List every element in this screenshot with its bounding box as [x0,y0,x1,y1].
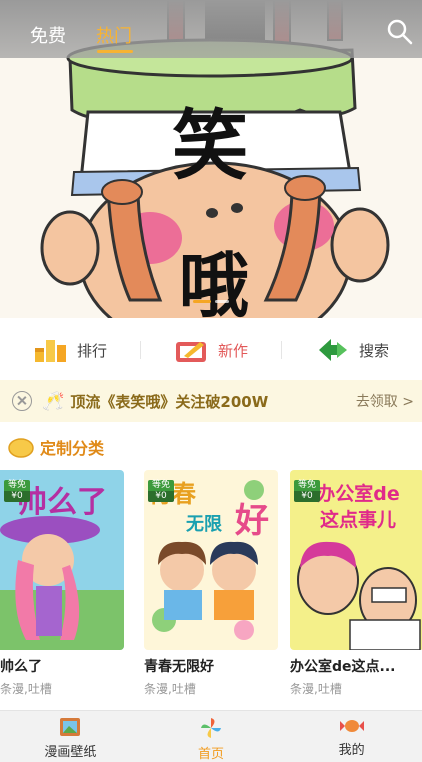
badge-line-2: ¥0 [4,491,30,502]
ranking-icon [34,340,66,362]
picture-icon [60,718,81,736]
notice-bar[interactable]: 🥂 顶流《表笑哦》关注破200W 去领取 > [0,380,422,422]
search-arrows-icon [318,339,347,361]
comic-cover: 青春 无限 好 等免 ¥0 [144,470,278,650]
notice-claim-link[interactable]: 去领取 > [356,391,414,411]
comic-tags: 条漫,吐槽 [0,682,52,696]
hero-char-laugh: 笑 [172,101,248,190]
quick-nav-search[interactable]: 搜索 [282,336,422,364]
tab-mine[interactable]: 我的 [281,711,422,762]
active-tab-indicator [97,50,133,53]
carousel-dot-active [193,300,211,303]
cheers-icon: 🥂 [42,390,65,412]
comic-title: 办公室de这点... [290,659,396,675]
search-icon[interactable] [386,18,414,46]
cover-title-1: 办公室de [316,482,400,505]
tab-home-label: 首页 [198,747,225,762]
hero-char-oh: 哦 [179,245,249,318]
quick-nav-ranking-label: 排行 [76,341,107,360]
candy-icon [339,720,364,732]
comic-cover: 帅么了 等免 ¥0 [0,470,124,650]
pinwheel-icon [201,718,221,738]
comic-card-list: 帅么了 等免 ¥0 帅么了 条漫,吐槽 青春 [0,470,422,710]
comic-title: 青春无限好 [144,659,214,675]
comic-card[interactable]: 帅么了 等免 ¥0 帅么了 条漫,吐槽 [0,470,124,697]
notice-text: 顶流《表笑哦》关注破200W [70,392,269,411]
badge-line-2: ¥0 [148,491,174,502]
quick-nav-new[interactable]: 新作 [141,336,281,364]
comic-tags: 条漫,吐槽 [144,682,196,696]
free-badge: 等免 ¥0 [148,480,174,502]
badge-line-1: 等免 [4,480,30,491]
quick-nav: 排行 新作 搜索 [0,326,422,374]
cover-title: 帅么了 [17,485,107,520]
cover-title-2: 无限 [186,514,223,535]
quick-nav-new-label: 新作 [217,341,248,360]
bottom-tab-bar: 漫画壁纸 首页 我的 [0,710,422,762]
quick-nav-search-label: 搜索 [358,341,389,360]
carousel-dot [215,300,229,303]
comic-card[interactable]: 青春 无限 好 等免 ¥0 青春无限好 条漫,吐槽 [144,470,278,697]
comic-card[interactable]: 办公室de 这点事儿 等免 ¥0 办公室de这点... 条漫,吐槽 [290,470,422,697]
cover-title-2: 这点事儿 [320,508,396,531]
tab-home[interactable]: 首页 [141,711,282,762]
quick-nav-ranking[interactable]: 排行 [0,336,140,364]
hero-banner[interactable]: 笑 哦 免费 热门 [0,0,422,318]
close-icon[interactable] [12,391,32,411]
free-badge: 等免 ¥0 [4,480,30,502]
badge-line-1: 等免 [294,480,320,491]
carousel-indicator [0,300,422,303]
new-work-icon [175,342,206,362]
section-title: 定制分类 [40,439,105,458]
tab-free[interactable]: 免费 [30,22,66,48]
tab-mine-label: 我的 [338,743,365,758]
cloud-icon [8,438,34,458]
comic-title: 帅么了 [0,659,42,675]
section-header: 定制分类 [8,434,104,460]
free-badge: 等免 ¥0 [294,480,320,502]
badge-line-2: ¥0 [294,491,320,502]
comic-tags: 条漫,吐槽 [290,682,342,696]
tab-hot[interactable]: 热门 [96,22,132,48]
tab-wallpaper[interactable]: 漫画壁纸 [0,711,141,762]
badge-line-1: 等免 [148,480,174,491]
cover-title-3: 好 [234,501,269,541]
comic-cover: 办公室de 这点事儿 等免 ¥0 [290,470,422,650]
tab-wallpaper-label: 漫画壁纸 [44,745,97,760]
